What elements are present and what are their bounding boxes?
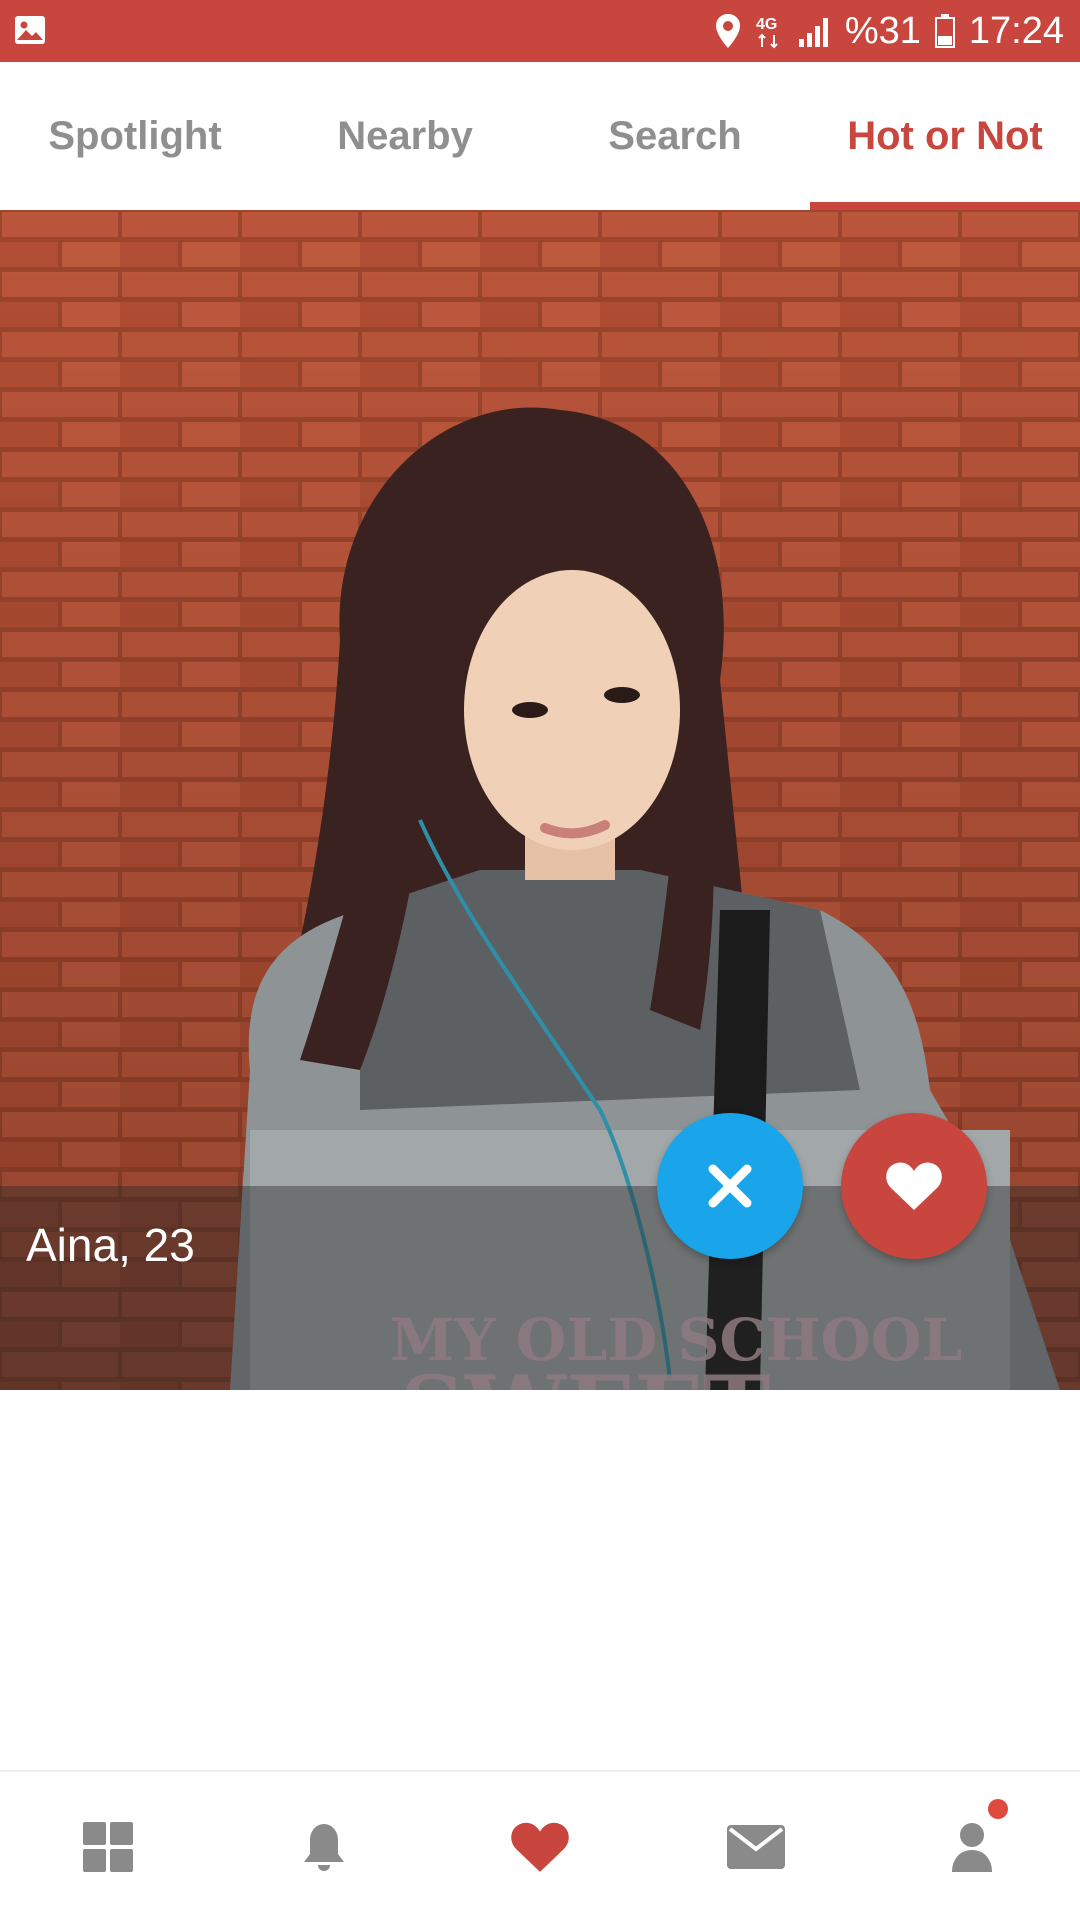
- gallery-icon: [15, 16, 45, 44]
- bottom-nav: [0, 1770, 1080, 1922]
- location-icon: [715, 14, 740, 48]
- grid-icon: [83, 1822, 133, 1872]
- bell-icon: [304, 1824, 344, 1871]
- tab-nearby[interactable]: Nearby: [270, 62, 540, 210]
- profile-notification-badge: [988, 1799, 1008, 1819]
- active-tab-indicator: [810, 202, 1080, 210]
- profile-icon: [952, 1823, 992, 1872]
- top-tabs: Spotlight Nearby Search Hot or Not: [0, 62, 1080, 210]
- nav-item-notifications[interactable]: [216, 1772, 432, 1922]
- nope-button[interactable]: [657, 1113, 803, 1259]
- status-bar: 4G %31 17:24: [0, 0, 1080, 62]
- nav-item-profile[interactable]: [864, 1772, 1080, 1922]
- clock: 17:24: [968, 9, 1064, 52]
- heart-icon: [511, 1822, 569, 1872]
- battery-icon: [934, 14, 955, 48]
- tab-search[interactable]: Search: [540, 62, 810, 210]
- profile-name-age: Aina, 23: [26, 1219, 195, 1271]
- nav-item-grid[interactable]: [0, 1772, 216, 1922]
- tab-hot-or-not[interactable]: Hot or Not: [810, 62, 1080, 210]
- heart-icon: [886, 1162, 942, 1210]
- like-button[interactable]: [841, 1113, 987, 1259]
- nav-item-messages[interactable]: [648, 1772, 864, 1922]
- network-4g-icon: 4G: [756, 16, 778, 49]
- close-icon: [708, 1164, 752, 1208]
- battery-percent: %31: [844, 9, 921, 52]
- tab-spotlight[interactable]: Spotlight: [0, 62, 270, 210]
- signal-icon: [798, 18, 828, 47]
- status-right: 4G %31 17:24: [715, 8, 1064, 54]
- nav-item-hot-or-not[interactable]: [432, 1772, 648, 1922]
- mail-icon: [727, 1825, 785, 1869]
- svg-text:4G: 4G: [756, 16, 777, 33]
